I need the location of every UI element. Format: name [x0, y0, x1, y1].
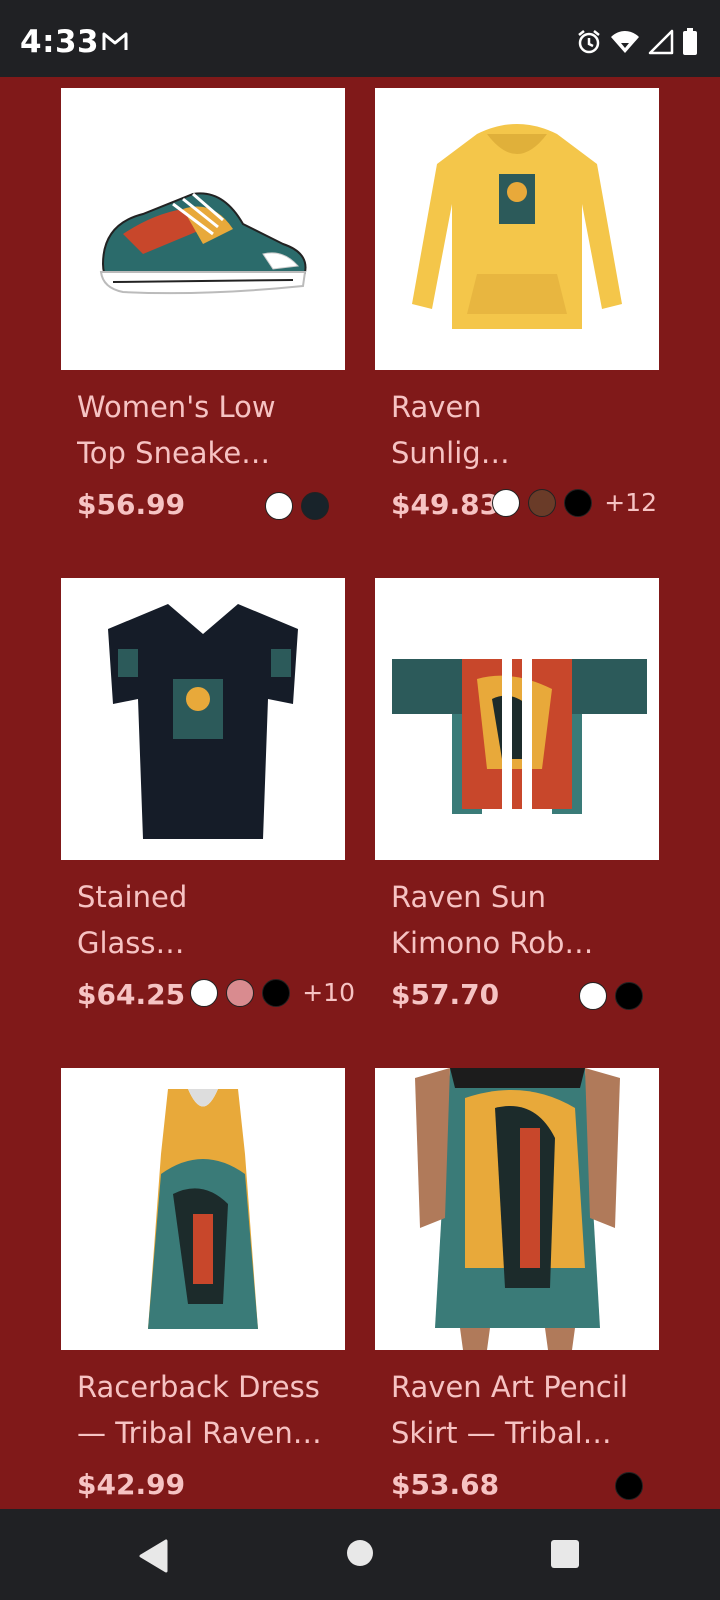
- color-swatches[interactable]: [265, 492, 329, 520]
- product-image-hoodie[interactable]: [375, 88, 659, 370]
- status-bar: 4:33: [0, 0, 720, 77]
- product-card[interactable]: Raven Sun Kimono Rob… $57.70: [375, 578, 659, 1020]
- product-title[interactable]: Racerback Dress — Tribal Raven…: [61, 1364, 345, 1456]
- product-title[interactable]: Women's Low Top Sneake…: [61, 384, 345, 476]
- more-colors-count[interactable]: +12: [604, 488, 657, 517]
- product-title[interactable]: Raven Sunlig…: [375, 384, 659, 476]
- alarm-icon: [576, 29, 602, 60]
- color-swatch[interactable]: [492, 488, 521, 517]
- product-price: $42.99: [77, 1468, 186, 1501]
- product-price: $49.83: [391, 488, 500, 521]
- product-price: $53.68: [391, 1468, 500, 1501]
- color-swatches[interactable]: [615, 1472, 643, 1500]
- color-swatch[interactable]: [301, 492, 329, 520]
- color-swatch[interactable]: [528, 488, 557, 517]
- color-swatch[interactable]: [190, 978, 219, 1007]
- product-grid[interactable]: Women's Low Top Sneake… $56.99 Raven Sun…: [0, 77, 720, 1509]
- product-image-skirt[interactable]: [375, 1068, 659, 1350]
- product-price: $56.99: [77, 488, 186, 521]
- product-title[interactable]: Stained Glass…: [61, 874, 345, 966]
- signal-icon: [648, 29, 674, 60]
- home-button[interactable]: [346, 1539, 374, 1572]
- product-card[interactable]: Stained Glass… $64.25 +10: [61, 578, 355, 1020]
- color-swatch[interactable]: [226, 978, 255, 1007]
- color-swatch[interactable]: [579, 982, 607, 1010]
- product-card[interactable]: Raven Sunlig… $49.83 +12: [375, 88, 659, 530]
- battery-icon: [682, 28, 698, 61]
- color-swatch[interactable]: [564, 488, 593, 517]
- navigation-bar: [0, 1509, 720, 1600]
- recents-button[interactable]: [550, 1539, 580, 1574]
- color-swatch[interactable]: [262, 978, 291, 1007]
- color-swatches[interactable]: [579, 982, 643, 1010]
- product-price: $57.70: [391, 978, 500, 1011]
- color-swatch[interactable]: [615, 982, 643, 1010]
- color-swatch[interactable]: [265, 492, 293, 520]
- product-image-dress[interactable]: [61, 1068, 345, 1350]
- product-card[interactable]: Raven Art Pencil Skirt — Tribal… $53.68: [375, 1068, 659, 1509]
- product-card[interactable]: Racerback Dress — Tribal Raven… $42.99: [61, 1068, 345, 1509]
- product-card[interactable]: Women's Low Top Sneake… $56.99: [61, 88, 345, 530]
- color-swatches[interactable]: +12: [492, 488, 657, 517]
- color-swatches[interactable]: +10: [190, 978, 355, 1007]
- product-image-tshirt[interactable]: [61, 578, 345, 860]
- color-swatch[interactable]: [615, 1472, 643, 1500]
- gmail-icon: [101, 30, 129, 57]
- wifi-icon: [610, 29, 640, 60]
- product-title[interactable]: Raven Sun Kimono Rob…: [375, 874, 659, 966]
- product-title[interactable]: Raven Art Pencil Skirt — Tribal…: [375, 1364, 659, 1456]
- more-colors-count[interactable]: +10: [302, 978, 355, 1007]
- product-price: $64.25: [77, 978, 186, 1011]
- product-image-sneakers[interactable]: [61, 88, 345, 370]
- status-time: 4:33: [20, 24, 100, 60]
- back-button[interactable]: [138, 1539, 170, 1578]
- product-image-kimono[interactable]: [375, 578, 659, 860]
